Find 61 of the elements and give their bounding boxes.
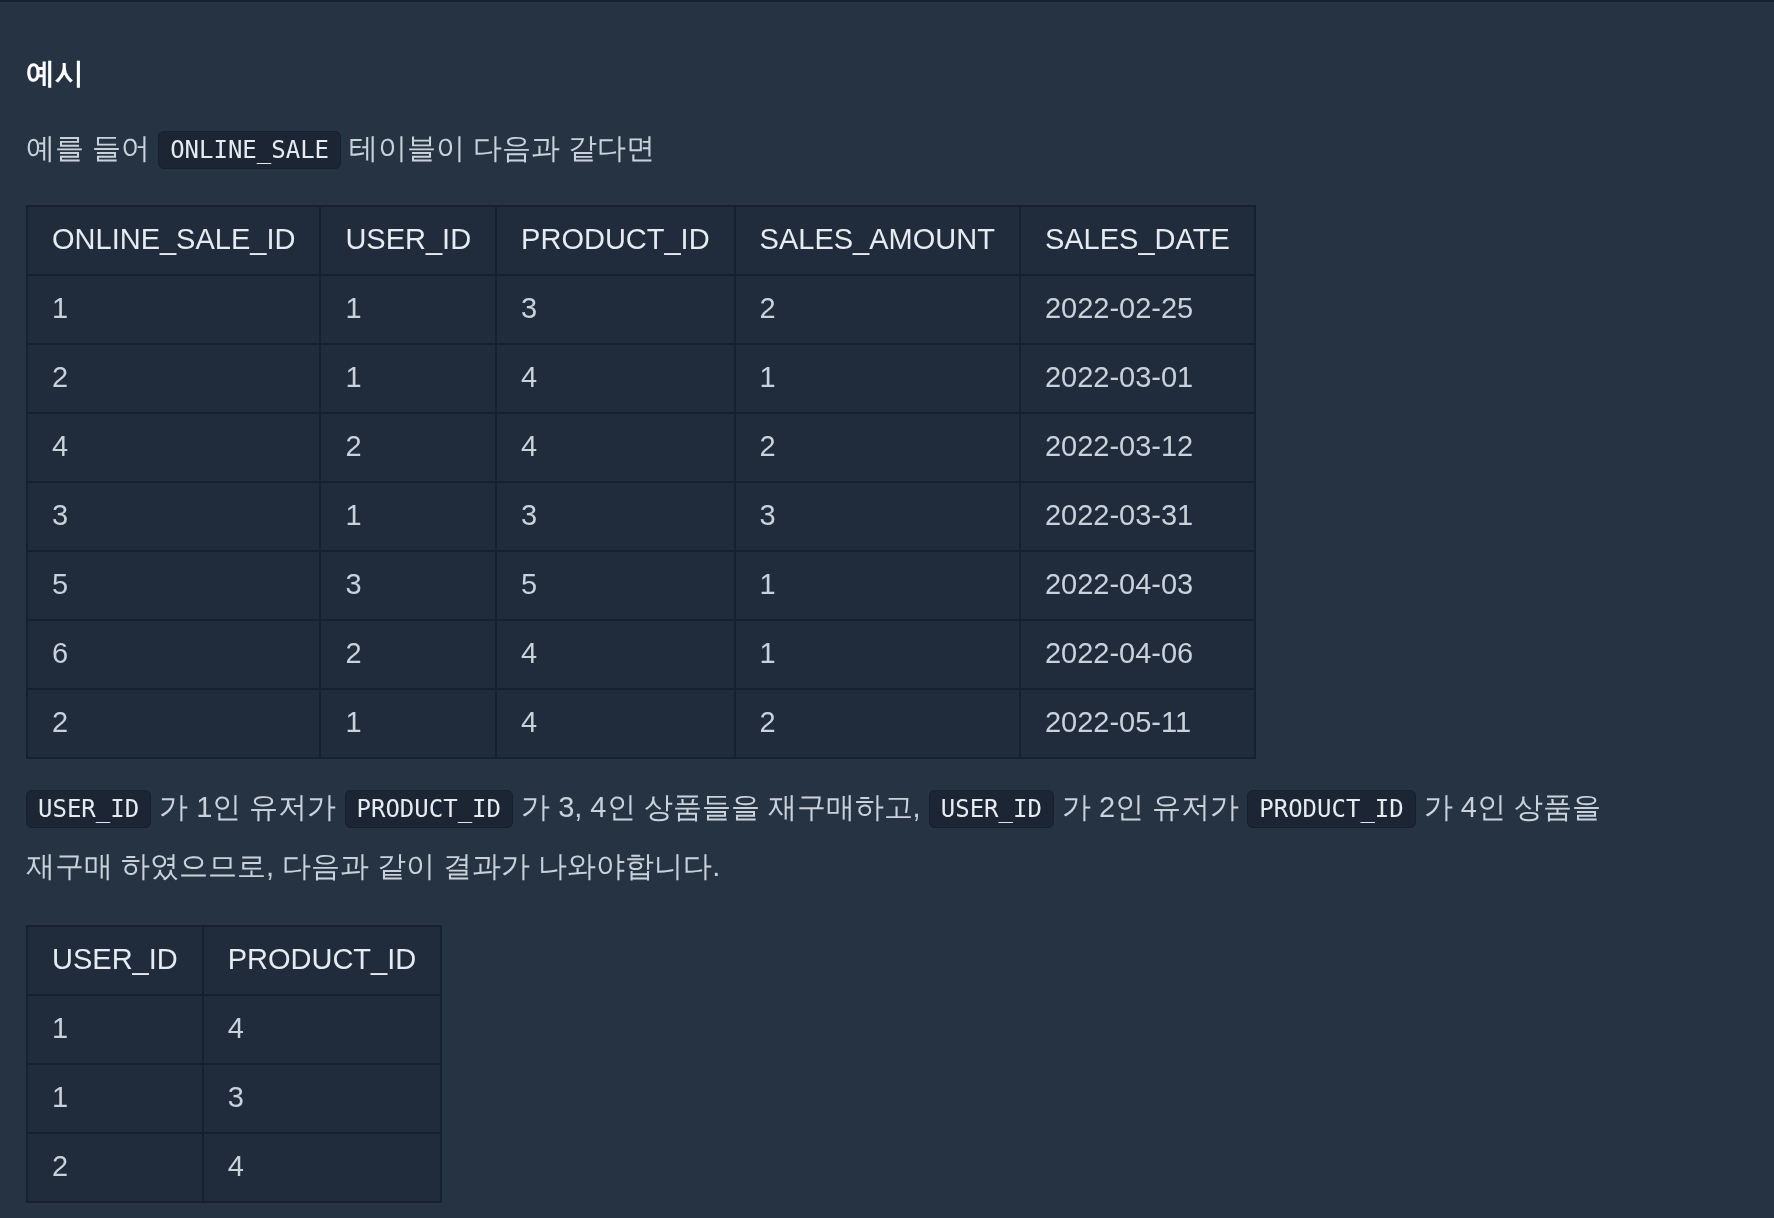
table-cell: 3 bbox=[202, 1063, 442, 1133]
paragraph-text: 가 3, 4인 상품들을 재구매하고, bbox=[520, 790, 922, 823]
table-cell: 2022-04-06 bbox=[1019, 619, 1255, 689]
paragraph-text: 가 1인 유저가 bbox=[158, 790, 338, 823]
table-cell: 2022-02-25 bbox=[1019, 274, 1255, 344]
table-cell: 3 bbox=[320, 550, 497, 620]
inline-code: USER_ID bbox=[928, 789, 1054, 828]
table-cell: 1 bbox=[734, 343, 1020, 413]
table-cell: 3 bbox=[496, 274, 735, 344]
table-cell: 1 bbox=[734, 550, 1020, 620]
table-cell: 1 bbox=[320, 481, 497, 551]
paragraph-text: 재구매 하였으므로, 다음과 같이 결과가 나와야합니다. bbox=[26, 848, 721, 884]
table-cell: 2 bbox=[734, 688, 1020, 758]
table-cell: 2 bbox=[734, 274, 1020, 344]
table-cell: 3 bbox=[27, 481, 321, 551]
column-header: SALES_AMOUNT bbox=[734, 205, 1020, 275]
inline-code: USER_ID bbox=[26, 789, 152, 828]
table-cell: 2 bbox=[27, 688, 321, 758]
table-cell: 5 bbox=[27, 550, 321, 620]
table-cell: 4 bbox=[27, 412, 321, 482]
table-cell: 1 bbox=[734, 619, 1020, 689]
column-header: ONLINE_SALE_ID bbox=[27, 205, 321, 275]
table-cell: 2 bbox=[320, 412, 497, 482]
table-cell: 2022-03-12 bbox=[1019, 412, 1255, 482]
column-header: SALES_DATE bbox=[1019, 205, 1255, 275]
column-header: USER_ID bbox=[320, 205, 497, 275]
table-cell: 3 bbox=[734, 481, 1020, 551]
table-cell: 2022-03-01 bbox=[1019, 343, 1255, 413]
table-cell: 1 bbox=[320, 274, 497, 344]
inline-code: ONLINE_SALE bbox=[158, 130, 342, 169]
table-cell: 1 bbox=[27, 1063, 203, 1133]
paragraph-text: 가 2인 유저가 bbox=[1060, 790, 1241, 823]
paragraph-text: 예를 들어 bbox=[26, 131, 152, 164]
table-cell: 1 bbox=[320, 343, 497, 413]
table-cell: 5 bbox=[496, 550, 735, 620]
inline-code: PRODUCT_ID bbox=[1247, 789, 1416, 828]
table-cell: 6 bbox=[27, 619, 321, 689]
table-cell: 3 bbox=[496, 481, 735, 551]
table-cell: 1 bbox=[320, 688, 497, 758]
table-cell: 2 bbox=[27, 343, 321, 413]
table-cell: 4 bbox=[496, 619, 735, 689]
section-heading: 예시 bbox=[26, 56, 85, 91]
table-cell: 2 bbox=[27, 1132, 203, 1202]
column-header: PRODUCT_ID bbox=[202, 925, 442, 995]
table-cell: 1 bbox=[27, 994, 203, 1064]
table-cell: 2 bbox=[320, 619, 497, 689]
paragraph-text: 가 4인 상품을 bbox=[1422, 790, 1602, 823]
table-cell: 1 bbox=[27, 274, 321, 344]
table-cell: 2 bbox=[734, 412, 1020, 482]
column-header: USER_ID bbox=[27, 925, 203, 995]
column-header: PRODUCT_ID bbox=[496, 205, 735, 275]
table-cell: 4 bbox=[202, 1132, 442, 1202]
table-cell: 4 bbox=[496, 343, 735, 413]
table-cell: 2022-04-03 bbox=[1019, 550, 1255, 620]
inline-code: PRODUCT_ID bbox=[344, 789, 513, 828]
table-cell: 2022-05-11 bbox=[1019, 688, 1255, 758]
table-cell: 4 bbox=[496, 688, 735, 758]
paragraph-text: 테이블이 다음과 같다면 bbox=[348, 131, 656, 164]
table-cell: 4 bbox=[496, 412, 735, 482]
table-cell: 2022-03-31 bbox=[1019, 481, 1255, 551]
table-cell: 4 bbox=[202, 994, 442, 1064]
